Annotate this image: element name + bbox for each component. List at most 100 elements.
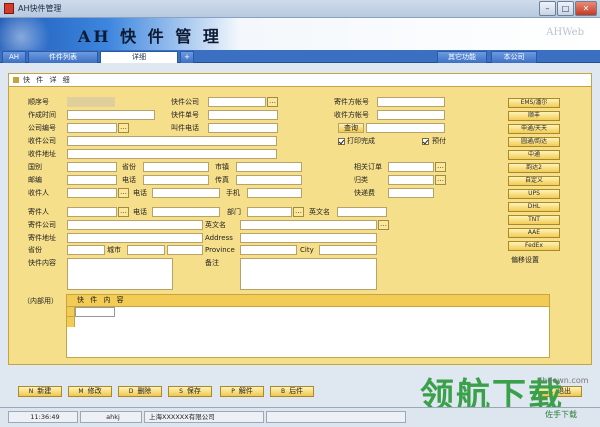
tab-our-company[interactable]: 本公司	[491, 51, 537, 63]
status-user: ahkj	[80, 411, 142, 423]
recv-acct-field[interactable]	[377, 110, 445, 120]
express-no-field[interactable]	[208, 110, 278, 120]
send-city-field[interactable]	[127, 245, 165, 255]
parts-button[interactable]: P 解件	[220, 386, 264, 397]
save-button[interactable]: S 保存	[168, 386, 212, 397]
mail-field[interactable]	[67, 175, 117, 185]
delete-button[interactable]: D 删除	[118, 386, 162, 397]
minimize-icon[interactable]: –	[539, 1, 556, 16]
seq-label: 顺序号	[28, 98, 49, 106]
fax-label: 传真	[215, 176, 229, 184]
tab-ah[interactable]: AH	[2, 51, 26, 63]
en-company-field[interactable]	[240, 220, 377, 230]
phone-field[interactable]	[152, 188, 220, 198]
row-indicator	[67, 307, 75, 317]
country-field[interactable]	[67, 162, 117, 172]
next-button[interactable]: B 后件	[270, 386, 314, 397]
recv-comp-field[interactable]	[67, 136, 277, 146]
city-label: 市镇	[215, 163, 229, 171]
sender-phone-field[interactable]	[152, 207, 220, 217]
call-tel-field[interactable]	[208, 123, 278, 133]
recv-addr-label: 收件地址	[28, 150, 56, 158]
app-icon	[4, 3, 14, 14]
carrier-button[interactable]: 顺丰	[508, 111, 560, 121]
carrier-button[interactable]: FedEx	[508, 241, 560, 251]
recv-comp-label: 收件公司	[28, 137, 56, 145]
content-grid[interactable]: 快 件 内 容	[66, 294, 550, 358]
category-field[interactable]	[388, 175, 434, 185]
carrier-button[interactable]: UPS	[508, 189, 560, 199]
carrier-button[interactable]: AAE	[508, 228, 560, 238]
en-company-lookup-button[interactable]: …	[378, 220, 389, 230]
express-comp-field[interactable]	[208, 97, 266, 107]
dept-field[interactable]	[247, 207, 292, 217]
carrier-button[interactable]: 自定义	[508, 176, 560, 186]
tab-list[interactable]: 件件列表	[28, 51, 98, 63]
recipient-lookup-button[interactable]: …	[118, 188, 129, 198]
query-field[interactable]	[366, 123, 445, 133]
recv-addr-field[interactable]	[67, 149, 277, 159]
recv-acct-label: 收件方帐号	[334, 111, 369, 119]
new-button[interactable]: N 新建	[18, 386, 62, 397]
tel-label: 电话	[122, 176, 136, 184]
province-en-field[interactable]	[240, 245, 297, 255]
category-label: 归类	[354, 176, 368, 184]
prepaid-label: 预付	[432, 137, 446, 145]
window-title: AH快件管理	[18, 4, 62, 13]
en-name-field[interactable]	[337, 207, 387, 217]
phone-label: 电话	[133, 189, 147, 197]
status-time: 11:36:49	[8, 411, 78, 423]
send-comp-field[interactable]	[67, 220, 203, 230]
carrier-button[interactable]: 圆通/韵达	[508, 137, 560, 147]
recipient-field[interactable]	[67, 188, 117, 198]
tel-field[interactable]	[143, 175, 209, 185]
op-time-field[interactable]	[67, 110, 155, 120]
sender-acct-field[interactable]	[377, 97, 445, 107]
close-icon[interactable]: ✕	[575, 1, 597, 16]
send-extra-field[interactable]	[167, 245, 203, 255]
edit-button-label: 修改	[87, 387, 102, 395]
dept-label: 部门	[227, 208, 241, 216]
carrier-button[interactable]: DHL	[508, 202, 560, 212]
tab-detail[interactable]: 详细	[100, 51, 178, 63]
content-textarea[interactable]	[67, 258, 173, 290]
address-field[interactable]	[240, 233, 377, 243]
carrier-button[interactable]: 中通	[508, 150, 560, 160]
fax-field[interactable]	[236, 175, 302, 185]
tab-other-functions[interactable]: 其它功能	[437, 51, 487, 63]
related-order-field[interactable]	[388, 162, 434, 172]
grid-cell[interactable]	[75, 307, 115, 317]
maximize-icon[interactable]: □	[557, 1, 574, 16]
carrier-button[interactable]: 韵达2	[508, 163, 560, 173]
edit-button[interactable]: M 修改	[68, 386, 112, 397]
en-name2-label: 英文名	[205, 221, 226, 229]
note-textarea[interactable]	[240, 258, 377, 290]
prepaid-checkbox[interactable]	[422, 138, 429, 145]
dept-lookup-button[interactable]: …	[293, 207, 304, 217]
comp-code-field[interactable]	[67, 123, 117, 133]
mobile-field[interactable]	[247, 188, 302, 198]
carrier-button[interactable]: TNT	[508, 215, 560, 225]
carrier-button[interactable]: 申通/天天	[508, 124, 560, 134]
city-en-field[interactable]	[319, 245, 377, 255]
new-key: N	[28, 388, 34, 395]
province-en-label: Province	[205, 246, 235, 254]
print-done-checkbox[interactable]	[338, 138, 345, 145]
carrier-button[interactable]: EMS/潘尔	[508, 98, 560, 108]
province-field[interactable]	[143, 162, 209, 172]
mail-label: 邮编	[28, 176, 42, 184]
sender-field[interactable]	[67, 207, 117, 217]
related-order-lookup-button[interactable]: …	[435, 162, 446, 172]
query-button[interactable]: 查询	[338, 123, 364, 133]
express-comp-lookup-button[interactable]: …	[267, 97, 278, 107]
city-field[interactable]	[236, 162, 302, 172]
send-addr-field[interactable]	[67, 233, 203, 243]
express-no-label: 快件单号	[171, 111, 199, 119]
comp-code-lookup-button[interactable]: …	[118, 123, 129, 133]
offset-setting-link[interactable]: 偏移设置	[511, 256, 539, 265]
send-province-field[interactable]	[67, 245, 105, 255]
sender-lookup-button[interactable]: …	[118, 207, 129, 217]
express-fee-field[interactable]	[388, 188, 434, 198]
category-lookup-button[interactable]: …	[435, 175, 446, 185]
tab-add[interactable]: +	[180, 51, 194, 63]
